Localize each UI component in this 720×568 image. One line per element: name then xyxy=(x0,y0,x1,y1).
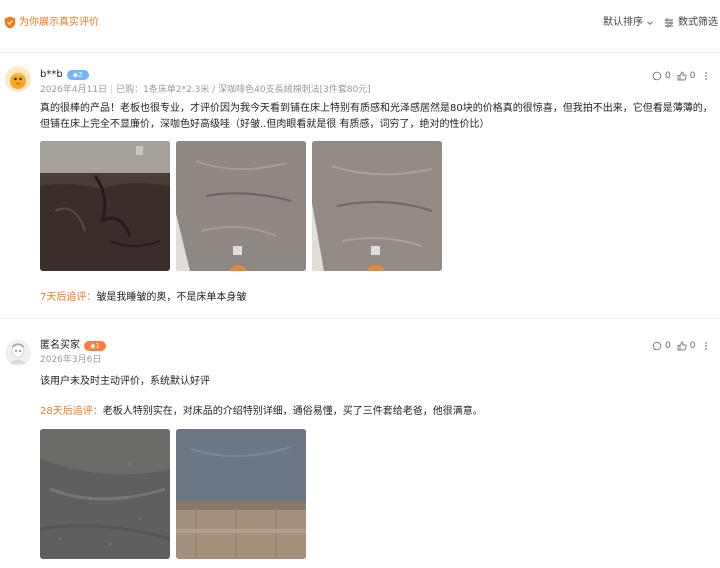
user-name[interactable]: b**b xyxy=(40,68,63,82)
avatar-image xyxy=(5,340,31,366)
review-meta: 2026年4月11日 | 已购：1条床单2*2.3米 / 深咖啡色40支長絨棉刺法[… xyxy=(40,85,371,95)
review-date: 2026年4月11日 xyxy=(40,85,108,95)
like-count: 0 xyxy=(689,341,696,351)
review-meta: 2026年3月6日 xyxy=(40,354,101,366)
review-date: 2026年3月6日 xyxy=(40,355,102,365)
comment-icon xyxy=(652,71,662,81)
review-text: 该用户未及时主动评价，系统默认好评 xyxy=(40,374,716,390)
follow-up-text: 皱是我睡皱的奥，不是床单本身皱 xyxy=(96,292,247,303)
user-name-row: 匿名买家 ◆1 xyxy=(40,339,106,353)
more-icon xyxy=(705,72,708,80)
user-name-row: b**b ◆2 xyxy=(40,68,89,82)
follow-up-tag: 7天后追评： xyxy=(40,292,97,303)
review-actions: 0 0 xyxy=(652,340,711,352)
review-photo[interactable] xyxy=(40,141,170,271)
avatar[interactable] xyxy=(5,66,31,92)
follow-up-review: 7天后追评：皱是我睡皱的奥，不是床单本身皱 xyxy=(40,291,246,305)
follow-up-text: 老板人特别实在，对床品的介绍特别详细，通俗易懂，买了三件套给老爸，他很满意。 xyxy=(102,406,483,417)
review-text-line: 真的很棒的产品！老板也很专业，才评价因为我今天看到铺在床上特别有质感和光泽感居然… xyxy=(40,103,713,114)
photo-dark-sheet xyxy=(40,141,170,271)
review-divider xyxy=(0,318,720,319)
photo-folded-sheets xyxy=(176,429,306,559)
more-button[interactable] xyxy=(701,71,711,81)
sort-dropdown[interactable]: 默认排序 xyxy=(603,16,654,30)
sort-label: 默认排序 xyxy=(603,17,643,28)
photo-sheet-bed xyxy=(176,141,306,271)
like-button[interactable]: 0 xyxy=(677,70,696,82)
avatar[interactable] xyxy=(5,340,31,366)
avatar-image xyxy=(5,66,31,92)
thumbs-up-icon xyxy=(677,71,687,81)
like-button[interactable]: 0 xyxy=(677,340,696,352)
user-name[interactable]: 匿名买家 xyxy=(40,339,80,353)
chevron-down-icon xyxy=(647,21,653,26)
review-actions: 0 0 xyxy=(652,70,711,82)
review-photo[interactable] xyxy=(176,429,306,559)
more-icon xyxy=(705,342,708,350)
review-header: 为你展示真实评价 默认排序 数式筛选 xyxy=(0,0,720,46)
comment-button[interactable]: 0 xyxy=(652,340,671,352)
comment-icon xyxy=(652,341,662,351)
review-photo[interactable] xyxy=(312,141,442,271)
photo-sheet-closeup xyxy=(40,429,170,559)
purchased-variant: 已购：1条床单2*2.3米 / 深咖啡色40支長絨棉刺法[3件套80元] xyxy=(116,85,371,95)
shield-icon xyxy=(4,16,16,29)
filter-button[interactable]: 数式筛选 xyxy=(664,16,718,30)
review-text-line: 该用户未及时主动评价，系统默认好评 xyxy=(40,376,210,387)
comment-button[interactable]: 0 xyxy=(652,70,671,82)
section-title: 为你展示真实评价 xyxy=(19,17,99,28)
follow-up-tag: 28天后追评： xyxy=(40,406,103,417)
comment-count: 0 xyxy=(665,71,671,81)
comment-count: 0 xyxy=(665,341,671,351)
more-button[interactable] xyxy=(701,341,711,351)
photo-sheet-bed xyxy=(312,141,442,271)
header-divider xyxy=(0,52,720,53)
review-text: 真的很棒的产品！老板也很专业，才评价因为我今天看到铺在床上特别有质感和光泽感居然… xyxy=(40,101,716,133)
member-badge: ◆1 xyxy=(84,341,106,351)
member-badge: ◆2 xyxy=(66,70,89,80)
review-photo[interactable] xyxy=(176,141,306,271)
filter-label: 数式筛选 xyxy=(678,17,718,28)
thumbs-up-icon xyxy=(677,341,687,351)
like-count: 0 xyxy=(689,71,696,81)
review-text-line: 但铺在床上完全不显廉价，深咖色好高级哇（好皱..但肉眼看就是很 有质感，词穷了，… xyxy=(40,119,490,130)
follow-up-review: 28天后追评：老板人特别实在，对床品的介绍特别详细，通俗易懂，买了三件套给老爸，… xyxy=(40,405,483,419)
review-photo[interactable] xyxy=(40,429,170,559)
filter-icon xyxy=(665,18,673,28)
